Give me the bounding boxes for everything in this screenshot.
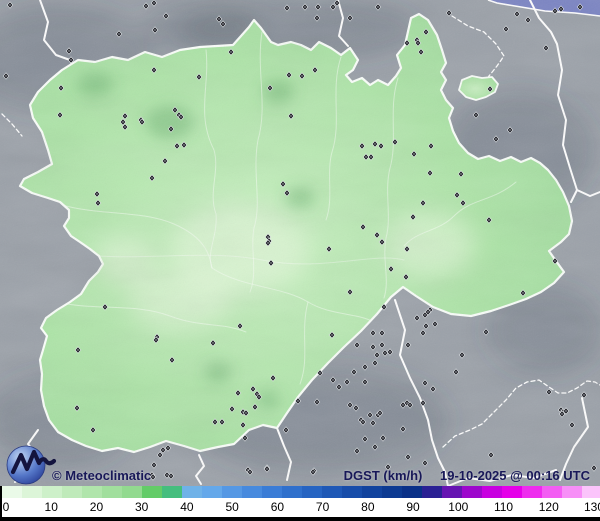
scale-tick-label: 80 xyxy=(361,500,375,514)
timestamp: 19-10-2025 @ 00:16 UTC xyxy=(440,468,590,483)
scale-segment xyxy=(82,486,102,498)
scale-tick-label: 70 xyxy=(315,500,330,514)
scale-tick-label: 60 xyxy=(270,500,285,514)
scale-segment xyxy=(102,486,122,498)
scale-tick-label: 100 xyxy=(448,500,469,514)
scale-segment xyxy=(442,486,462,498)
attribution: © Meteoclimatic xyxy=(52,468,152,483)
scale-segment xyxy=(222,486,242,498)
scale-segment xyxy=(142,486,162,498)
weather-map xyxy=(0,0,600,521)
color-scale-labels: 0 10 20 30 40 50 60 70 80 90 100 110 120 130 xyxy=(0,498,600,517)
scale-segment xyxy=(582,486,600,498)
scale-segment xyxy=(482,486,502,498)
scale-segment xyxy=(542,486,562,498)
scale-tick-label: 40 xyxy=(180,500,194,514)
scale-tick-label: 90 xyxy=(406,500,420,514)
scale-segment xyxy=(322,486,342,498)
scale-segment xyxy=(522,486,542,498)
scale-segment xyxy=(42,486,62,498)
variable-label: DGST (km/h) xyxy=(343,468,423,483)
scale-segment xyxy=(182,486,202,498)
scale-tick-label: 10 xyxy=(44,500,58,514)
scale-segment xyxy=(402,486,422,498)
scale-segment xyxy=(162,486,182,498)
scale-segment xyxy=(122,486,142,498)
scale-segment xyxy=(342,486,362,498)
scale-segment xyxy=(62,486,82,498)
scale-segment xyxy=(282,486,302,498)
scale-tick-label: 50 xyxy=(225,500,239,514)
scale-tick-label: 20 xyxy=(89,500,104,514)
scale-segment xyxy=(462,486,482,498)
color-scale xyxy=(0,486,600,498)
bottom-border xyxy=(0,517,600,521)
scale-tick-label: 130 xyxy=(583,500,600,514)
scale-segment xyxy=(2,486,22,498)
scale-segment xyxy=(302,486,322,498)
scale-segment xyxy=(262,486,282,498)
scale-segment xyxy=(242,486,262,498)
scale-segment xyxy=(502,486,522,498)
grain-texture xyxy=(0,0,600,521)
scale-segment xyxy=(362,486,382,498)
meteoclimatic-map-app: © Meteoclimatic DGST (km/h) 19-10-2025 @… xyxy=(0,0,600,521)
scale-tick-label: 120 xyxy=(538,500,559,514)
scale-tick-label: 110 xyxy=(493,500,514,514)
scale-tick-label: 0 xyxy=(2,500,10,514)
scale-segment xyxy=(562,486,582,498)
scale-tick-label: 30 xyxy=(135,500,149,514)
scale-segment xyxy=(382,486,402,498)
scale-segment xyxy=(22,486,42,498)
map-title: DGST (km/h) 19-10-2025 @ 00:16 UTC xyxy=(344,468,590,483)
scale-segment xyxy=(422,486,442,498)
scale-segment xyxy=(202,486,222,498)
